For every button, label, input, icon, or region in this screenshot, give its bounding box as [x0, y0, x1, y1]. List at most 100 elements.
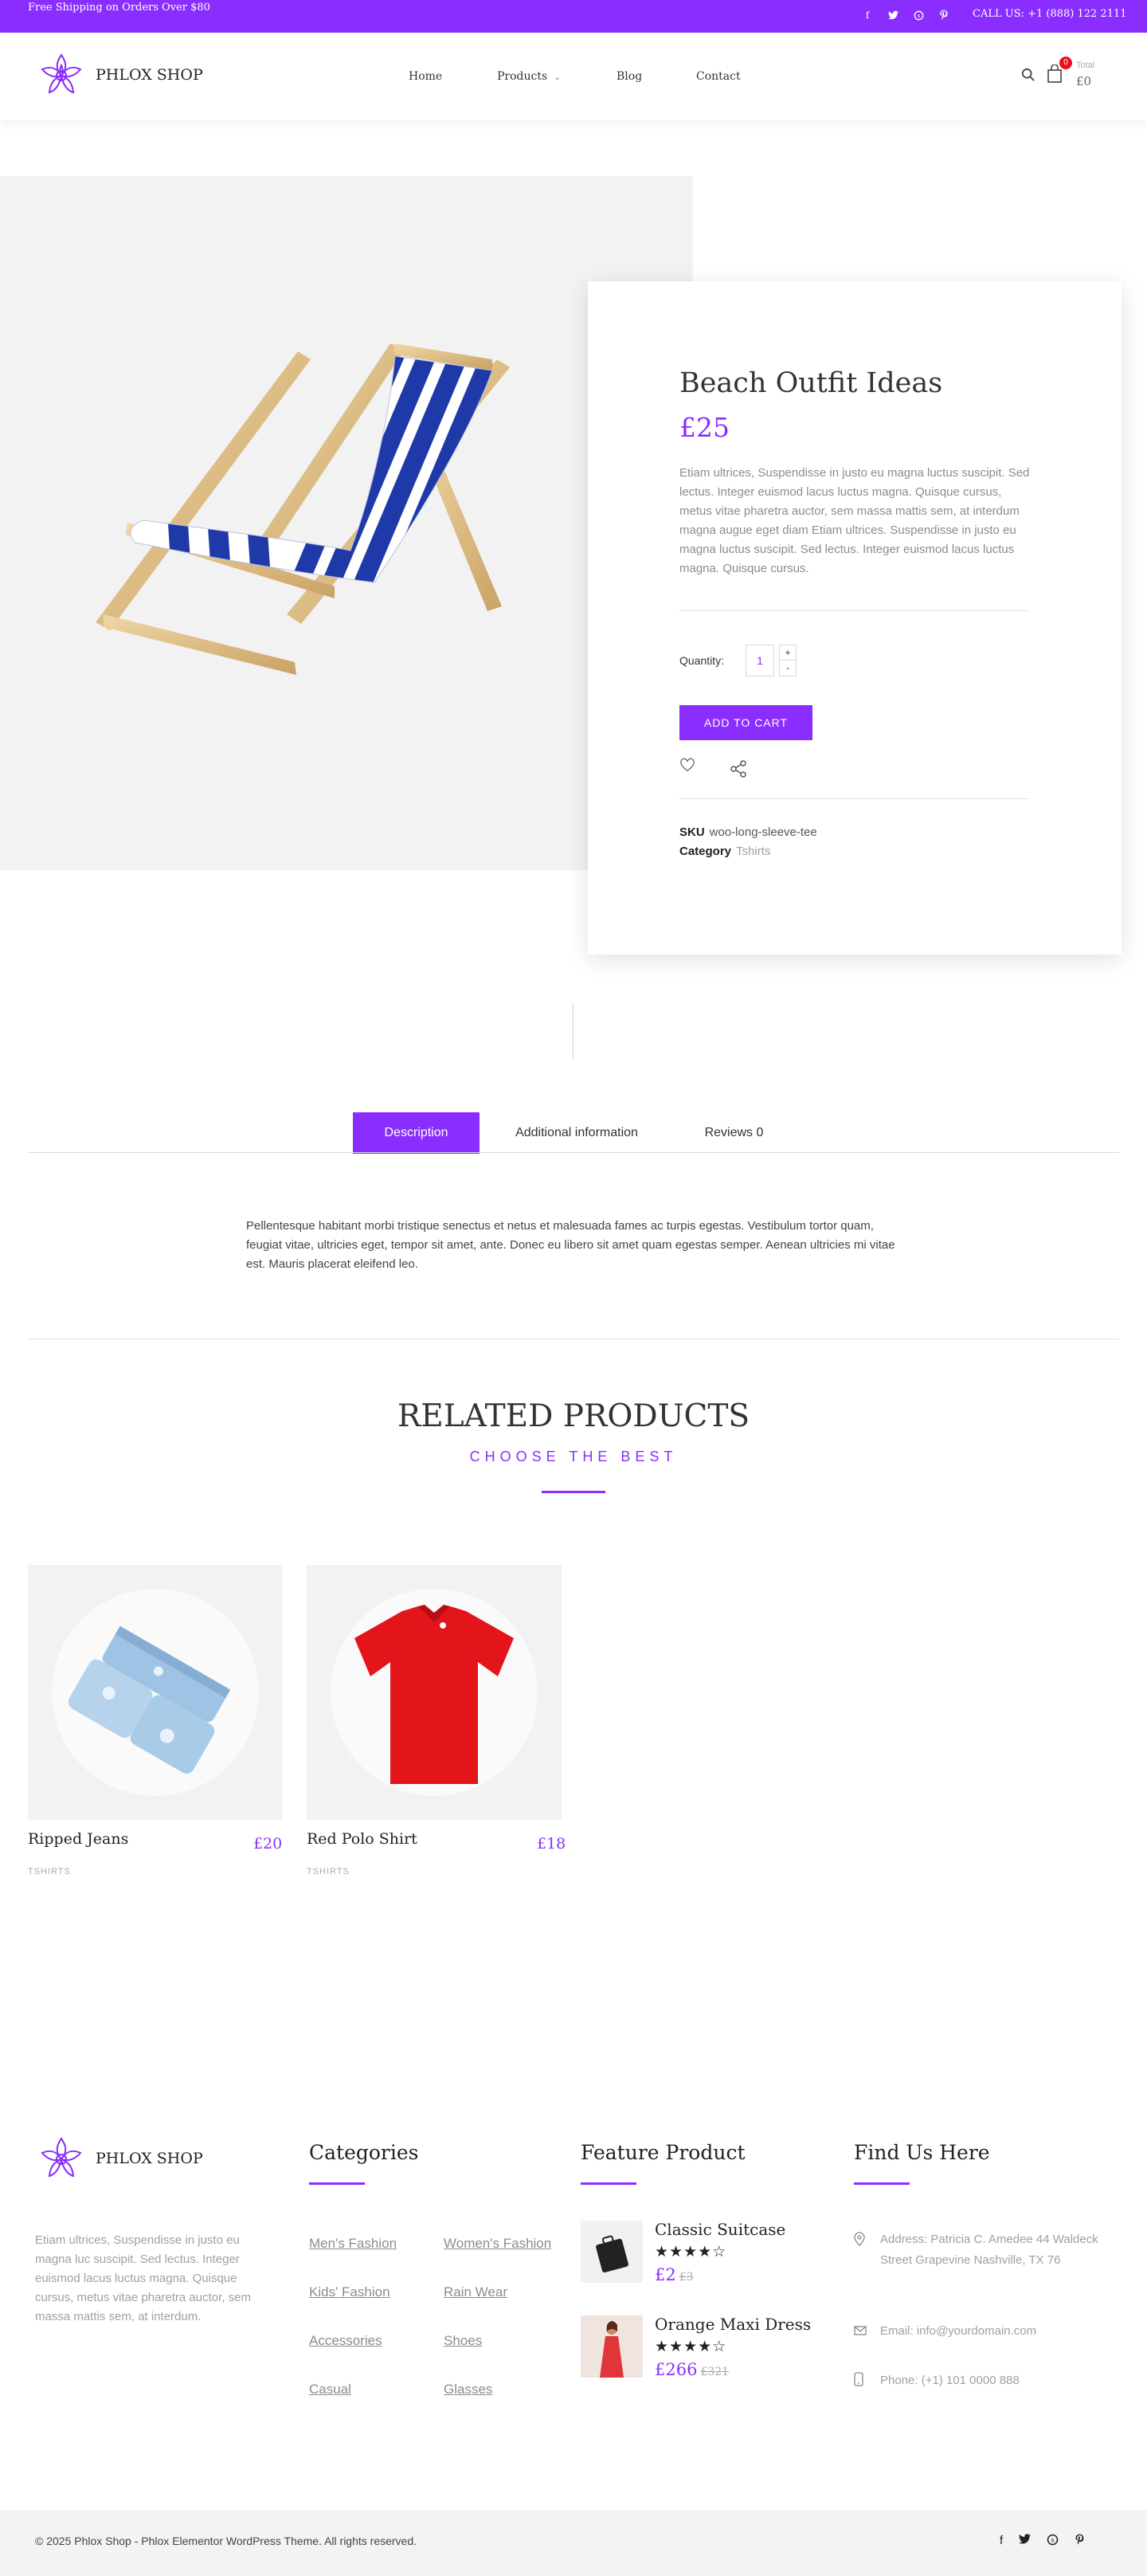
cart-total: £0	[1076, 74, 1092, 88]
feature-product-image-suitcase[interactable]	[581, 2221, 643, 2283]
lotus-logo-icon	[41, 53, 82, 94]
site-header: PHLOX SHOP Home Products ⌄ Blog Contact …	[0, 33, 1147, 120]
quantity-decrease-button[interactable]: -	[779, 661, 797, 676]
logo[interactable]: PHLOX SHOP	[35, 49, 203, 101]
related-product-image-polo[interactable]	[307, 1565, 562, 1820]
nav-products[interactable]: Products ⌄	[497, 70, 561, 83]
lotus-logo-icon	[41, 2137, 82, 2178]
cart-count-badge: 0	[1059, 57, 1072, 69]
current-price: £266	[655, 2360, 698, 2379]
feature-product-image-dress[interactable]	[581, 2315, 643, 2378]
related-product-name[interactable]: Red Polo Shirt	[307, 1830, 417, 1848]
feature-product-price: £2 £3	[655, 2265, 694, 2284]
twitter-icon[interactable]	[1019, 2534, 1032, 2549]
related-products-subtitle: CHOOSE THE BEST	[469, 1449, 678, 1464]
related-product-category[interactable]: TSHIRTS	[307, 1867, 350, 1876]
share-icon[interactable]	[729, 759, 748, 782]
svg-text:s: s	[917, 12, 920, 19]
footer-brand-name: PHLOX SHOP	[96, 2150, 203, 2167]
envelope-icon	[854, 2325, 867, 2339]
cart-icon[interactable]	[1047, 64, 1063, 88]
twitter-icon[interactable]	[886, 8, 900, 22]
related-product-image-jeans[interactable]	[28, 1565, 283, 1820]
brand-name: PHLOX SHOP	[96, 66, 203, 84]
heading-underline	[309, 2182, 365, 2185]
nav-blog[interactable]: Blog	[617, 70, 642, 83]
divider	[679, 798, 1030, 799]
shipping-notice: Free Shipping on Orders Over $80	[28, 2, 210, 14]
pinterest-icon[interactable]	[937, 8, 951, 22]
add-to-cart-button[interactable]: ADD TO CART	[679, 705, 812, 740]
top-social-links: f s	[860, 8, 951, 22]
related-products-title: RELATED PRODUCTS	[397, 1398, 750, 1434]
category-link[interactable]: Tshirts	[736, 845, 770, 858]
feature-product-name[interactable]: Orange Maxi Dress	[655, 2315, 811, 2334]
footer-feature-title: Feature Product	[581, 2141, 746, 2164]
heart-icon[interactable]	[679, 758, 695, 776]
heading-underline	[581, 2182, 636, 2185]
phone-icon	[854, 2372, 863, 2390]
title-underline	[542, 1491, 605, 1493]
footer-category-link[interactable]: Kids' Fashion	[309, 2284, 390, 2300]
divider	[679, 610, 1030, 611]
footer-category-link[interactable]: Rain Wear	[444, 2284, 507, 2300]
facebook-icon[interactable]: f	[860, 8, 875, 22]
quantity-input[interactable]: 1	[746, 645, 774, 676]
footer-logo[interactable]: PHLOX SHOP	[35, 2132, 203, 2185]
divider	[28, 1152, 1119, 1153]
footer-social-links: f s	[1000, 2534, 1085, 2549]
footer-email[interactable]: Email: info@yourdomain.com	[880, 2321, 1119, 2342]
related-product-price: £20	[253, 1835, 283, 1853]
skype-icon[interactable]: s	[1047, 2534, 1059, 2549]
footer-category-link[interactable]: Glasses	[444, 2382, 492, 2398]
footer-category-link[interactable]: Casual	[309, 2382, 351, 2398]
tab-description-content: Pellentesque habitant morbi tristique se…	[246, 1219, 895, 1271]
jeans-illustration	[52, 1589, 259, 1796]
old-price: £3	[679, 2271, 694, 2284]
related-product-name[interactable]: Ripped Jeans	[28, 1830, 128, 1848]
quantity-increase-button[interactable]: +	[779, 645, 797, 661]
product-title: Beach Outfit Ideas	[679, 367, 943, 399]
footer-category-link[interactable]: Women's Fashion	[444, 2236, 551, 2252]
rating-stars: ★★★★☆	[655, 2339, 727, 2355]
copyright-text: © 2025 Phlox Shop - Phlox Elementor Word…	[35, 2535, 417, 2547]
related-product-category[interactable]: TSHIRTS	[28, 1867, 71, 1876]
footer-phone: Phone: (+1) 101 0000 888	[880, 2374, 1020, 2387]
product-category: Category Tshirts	[679, 845, 770, 858]
product-description: Etiam ultrices, Suspendisse in justo eu …	[679, 466, 1030, 575]
nav-products-label: Products	[497, 70, 548, 83]
footer-category-link[interactable]: Accessories	[309, 2333, 382, 2349]
feature-product-name[interactable]: Classic Suitcase	[655, 2220, 785, 2239]
tab-reviews[interactable]: Reviews 0	[688, 1112, 780, 1154]
footer-find-us-title: Find Us Here	[854, 2141, 990, 2164]
facebook-icon[interactable]: f	[1000, 2534, 1003, 2549]
footer-category-link[interactable]: Shoes	[444, 2333, 482, 2349]
tab-description[interactable]: Description	[353, 1112, 480, 1154]
quantity-label: Quantity:	[679, 654, 725, 667]
sku-value: woo-long-sleeve-tee	[709, 825, 817, 839]
orange-dress-illustration	[581, 2315, 643, 2378]
polo-shirt-illustration	[331, 1589, 538, 1796]
skype-icon[interactable]: s	[911, 8, 926, 22]
footer-categories-title: Categories	[309, 2141, 419, 2164]
related-product-price: £18	[537, 1835, 566, 1853]
beach-chair-illustration	[96, 343, 510, 675]
rating-stars: ★★★★☆	[655, 2244, 727, 2260]
category-label: Category	[679, 845, 732, 858]
cart-total-label: Total	[1076, 61, 1095, 70]
product-sku: SKU woo-long-sleeve-tee	[679, 825, 817, 839]
footer-address: Address: Patricia C. Amedee 44 Waldeck S…	[880, 2233, 1098, 2267]
nav-home[interactable]: Home	[409, 70, 442, 83]
nav-contact[interactable]: Contact	[696, 70, 741, 83]
feature-product-price: £266 £321	[655, 2360, 729, 2379]
pinterest-icon[interactable]	[1075, 2534, 1085, 2549]
svg-text:s: s	[1051, 2536, 1055, 2544]
tab-additional-information[interactable]: Additional information	[489, 1112, 664, 1154]
location-pin-icon	[854, 2232, 865, 2249]
product-summary-card: Beach Outfit Ideas £25 Etiam ultrices, S…	[588, 281, 1122, 955]
footer-about-text: Etiam ultrices, Suspendisse in justo eu …	[35, 2233, 251, 2323]
top-bar: Free Shipping on Orders Over $80 f s CAL…	[0, 0, 1147, 33]
footer-category-link[interactable]: Men's Fashion	[309, 2236, 397, 2252]
sku-label: SKU	[679, 825, 705, 839]
search-icon[interactable]	[1021, 68, 1035, 86]
